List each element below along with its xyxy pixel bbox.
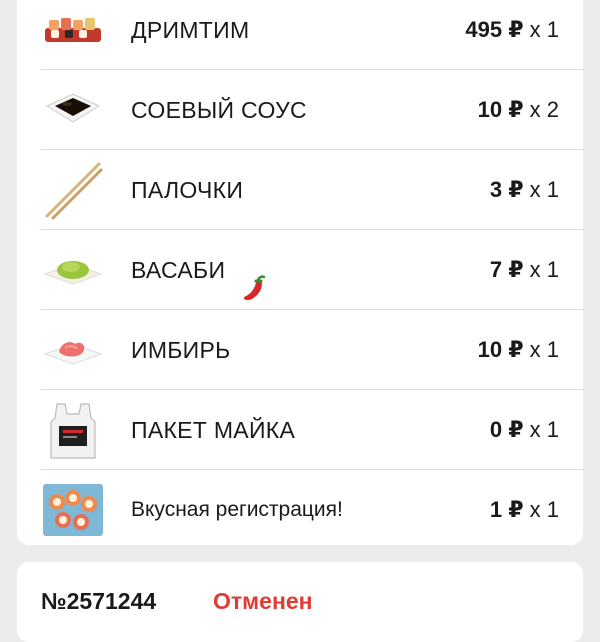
item-price-value: 10 ₽ (477, 97, 524, 122)
item-price: 7 ₽ x 1 (490, 230, 559, 310)
item-name: ВАСАБИ (131, 230, 268, 310)
item-price-value: 0 ₽ (489, 417, 524, 442)
item-name: ПАКЕТ МАЙКА (131, 417, 296, 443)
item-name: СОЕВЫЙ СОУС (131, 97, 307, 123)
item-price-value: 7 ₽ (489, 257, 524, 282)
order-item-bag[interactable]: ПАКЕТ МАЙКА 0 ₽ x 1 (17, 390, 583, 470)
chili-pepper-icon (238, 255, 268, 300)
order-item-soy-sauce[interactable]: СОЕВЫЙ СОУС 10 ₽ x 2 (17, 70, 583, 150)
order-item-ginger[interactable]: ИМБИРЬ 10 ₽ x 1 (17, 310, 583, 390)
item-price: 3 ₽ x 1 (490, 150, 559, 230)
bag-icon (41, 398, 105, 462)
item-name: Вкусная регистрация! (131, 498, 343, 521)
order-item-dreamteam[interactable]: ДРИМТИМ 495 ₽ x 1 (17, 0, 583, 70)
order-items-card: ДРИМТИМ 495 ₽ x 1 СОЕВЫЙ СОУС 10 ₽ x 2 П… (17, 0, 583, 545)
item-name: ИМБИРЬ (131, 337, 231, 363)
item-quantity: x 1 (529, 337, 559, 362)
soy-sauce-icon (41, 78, 105, 142)
order-item-wasabi[interactable]: ВАСАБИ 7 ₽ x 1 (17, 230, 583, 310)
sushi-set-icon (41, 0, 105, 62)
item-price: 1 ₽ x 1 (490, 470, 559, 550)
sushi-rolls-icon (41, 478, 105, 542)
order-item-registration[interactable]: Вкусная регистрация! 1 ₽ x 1 (17, 470, 583, 550)
item-name-text: ВАСАБИ (131, 257, 226, 283)
item-price-value: 495 ₽ (465, 17, 524, 42)
item-price: 10 ₽ x 1 (478, 310, 559, 390)
item-quantity: x 1 (529, 257, 559, 282)
order-status: Отменен (213, 588, 313, 614)
item-quantity: x 1 (529, 417, 559, 442)
item-name: ДРИМТИМ (131, 17, 250, 43)
ginger-icon (41, 318, 105, 382)
item-quantity: x 1 (529, 17, 559, 42)
item-price-value: 3 ₽ (489, 177, 524, 202)
next-order-card[interactable]: №2571244 Отменен (17, 562, 583, 642)
item-price-value: 10 ₽ (477, 337, 524, 362)
wasabi-icon (41, 238, 105, 302)
chopsticks-icon (41, 158, 105, 222)
item-quantity: x 1 (529, 177, 559, 202)
item-price-value: 1 ₽ (489, 497, 524, 522)
item-quantity: x 2 (529, 97, 559, 122)
item-price: 0 ₽ x 1 (490, 390, 559, 470)
item-price: 495 ₽ x 1 (465, 0, 559, 70)
item-name: ПАЛОЧКИ (131, 177, 244, 203)
order-number: №2571244 (41, 588, 157, 614)
order-item-chopsticks[interactable]: ПАЛОЧКИ 3 ₽ x 1 (17, 150, 583, 230)
item-quantity: x 1 (529, 497, 559, 522)
item-price: 10 ₽ x 2 (478, 70, 559, 150)
